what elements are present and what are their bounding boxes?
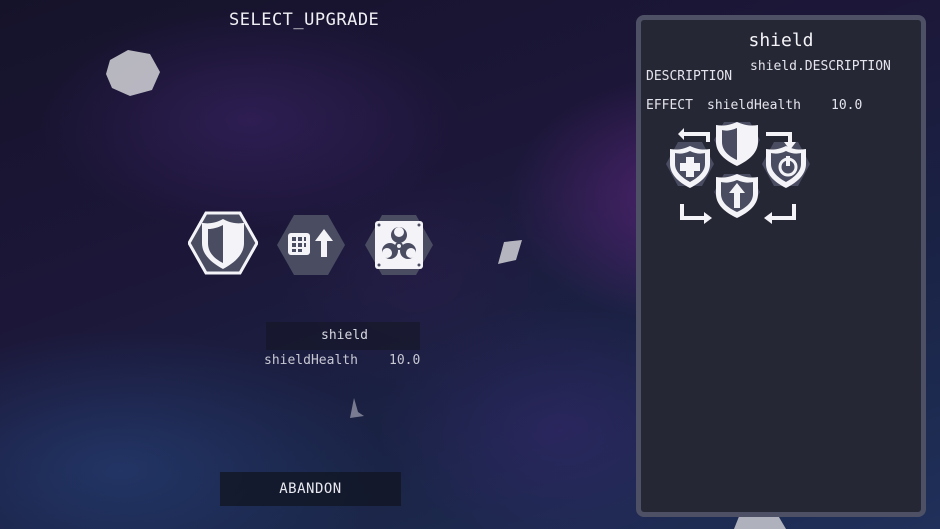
abandon-button[interactable]: ABANDON [220,472,401,506]
effect-label: EFFECT [646,98,693,113]
shield-icon [188,211,258,275]
upgrade-option-module-boost[interactable] [276,213,346,277]
shield-upgrade-tree-icon [666,122,810,224]
biohazard-icon [365,215,433,275]
description-label: DESCRIPTION [646,69,733,84]
upgrade-option-shield[interactable] [188,211,258,275]
selected-stat-name: shieldHealth [264,353,358,368]
debris-fragment [350,398,364,418]
module-boost-icon [277,215,345,275]
selected-upgrade-name: shield [266,322,420,350]
effect-stat: shieldHealth [707,98,801,113]
description-text: shield.DESCRIPTION [750,59,891,74]
upgrade-detail-panel: shield DESCRIPTION shield.DESCRIPTION EF… [636,15,926,517]
asteroid [106,50,160,96]
debris-shard [498,240,522,264]
description-value: shield.DESCRIPTION [750,59,900,75]
panel-title: shield [748,30,814,51]
upgrade-option-biohazard[interactable] [364,213,434,277]
effect-value: 10.0 [831,98,863,113]
screen-title: SELECT_UPGRADE [229,10,380,30]
selected-stat-value: 10.0 [389,353,421,368]
